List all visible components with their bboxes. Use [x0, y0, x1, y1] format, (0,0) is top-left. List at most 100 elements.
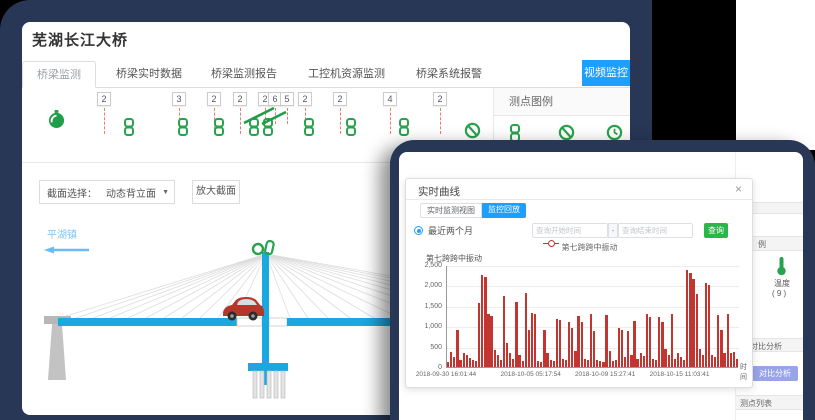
chart-bar [450, 352, 452, 368]
chart-bar [463, 353, 465, 367]
zoom-section-button[interactable]: 放大截面 [192, 180, 240, 204]
section-select-label: 截面选择： [40, 185, 101, 200]
chart-bar [500, 360, 502, 367]
legend-marker-icon [543, 243, 559, 248]
sensor-dashed-line [340, 108, 341, 134]
y-tick-label: 2,500 [406, 262, 442, 269]
chart-bar [581, 322, 583, 367]
chain-link-icon [398, 118, 410, 136]
sensor-count-badge[interactable]: 2 [333, 92, 347, 106]
chart-bar [599, 361, 601, 367]
chart-bar [565, 360, 567, 367]
sensor-count-badge[interactable]: 2 [433, 92, 447, 106]
crane-lines-icon [240, 104, 292, 126]
chart-bar [627, 331, 629, 367]
chart-bar [481, 275, 483, 367]
chart-bar [643, 356, 645, 367]
chart-bar [525, 293, 527, 367]
chart-bar [587, 360, 589, 367]
tab-ipc-resource[interactable]: 工控机资源监测 [294, 61, 399, 88]
chart-bar [689, 273, 691, 367]
chart-bar [633, 321, 635, 367]
query-start-time-input[interactable] [532, 223, 608, 238]
sensor-count-badge[interactable]: 4 [383, 92, 397, 106]
chart-bar [615, 360, 617, 367]
no-entry-icon [558, 124, 575, 141]
y-tick-label: 0 [406, 364, 442, 371]
recent-two-months-radio[interactable] [414, 226, 423, 235]
chart-bar [522, 361, 524, 367]
tab-bridge-monitor[interactable]: 桥梁监测 [22, 61, 96, 88]
chart-bar [708, 285, 710, 367]
sensor-dashed-line [440, 108, 441, 134]
main-tabbar: 桥梁监测 桥梁实时数据 桥梁监测报告 工控机资源监测 桥梁系统报警 视频监控 [22, 58, 630, 88]
chart-bar [609, 351, 611, 367]
tab-realtime-data[interactable]: 桥梁实时数据 [102, 61, 196, 88]
chart-bar [577, 316, 579, 367]
chart-bar [677, 353, 679, 367]
chart-bar [490, 316, 492, 367]
section-select-group: 截面选择： 动态背立面 ▼ [39, 180, 175, 204]
chart-bar [472, 360, 474, 367]
front-window: 例 温度 ( 9 ) 对比分析 对比分析 测点列表 实时曲线 [399, 152, 803, 420]
chart-bar [518, 355, 520, 367]
gridline [447, 286, 739, 287]
thermometer-icon [776, 256, 787, 276]
chart-bar [696, 294, 698, 367]
chart-bar [680, 357, 682, 367]
close-icon[interactable]: × [735, 182, 742, 196]
sensor-count-badge[interactable]: 2 [97, 92, 111, 106]
stopwatch-icon [48, 110, 65, 129]
chart-bar [596, 360, 598, 367]
chain-link-icon [213, 118, 225, 136]
chart-bar [528, 330, 530, 367]
chart-bar [618, 328, 620, 367]
bridge-deck-left [58, 318, 237, 326]
sidebar-legend-label: 例 [758, 239, 766, 250]
section-select[interactable]: 动态背立面 ▼ [101, 185, 174, 200]
chart-legend[interactable]: 第七跨跨中振动 [406, 242, 754, 253]
chart-bar [584, 359, 586, 367]
chart-bar [466, 355, 468, 367]
chart-bar [736, 359, 738, 367]
chart-bar [574, 351, 576, 367]
legend-panel-title: 测点图例 [494, 88, 630, 116]
chart-bar [475, 361, 477, 367]
compare-header: 对比分析 [750, 341, 782, 352]
chart-bar [668, 355, 670, 367]
sensor-dashed-line [390, 108, 391, 134]
realtime-curve-modal: 实时曲线 × 实时监测视图 监控回放 最近两个月 - 查询 第七跨跨中振动 第七… [405, 178, 753, 388]
legend-label: 第七跨跨中振动 [562, 243, 618, 252]
query-button[interactable]: 查询 [704, 223, 728, 238]
video-monitor-button[interactable]: 视频监控 [582, 60, 630, 86]
x-tick-label: 2018-10-15 11:03:41 [640, 371, 720, 378]
sensor-count-badge[interactable]: 2 [207, 92, 221, 106]
section-select-value: 动态背立面 [106, 185, 156, 200]
tab-system-alarm[interactable]: 桥梁系统报警 [402, 61, 496, 88]
chart-bar [540, 362, 542, 367]
point-list-strip: 测点列表 [736, 395, 803, 410]
chart-bar [636, 359, 638, 367]
sensor-count-badge[interactable]: 3 [172, 92, 186, 106]
chart-bar [646, 314, 648, 367]
car-icon [223, 297, 264, 321]
chart-bar [640, 353, 642, 367]
query-end-time-input[interactable] [618, 223, 693, 238]
chart-bar [652, 359, 654, 367]
chart-plot-area [446, 266, 738, 368]
chart-bar [658, 317, 660, 367]
modal-header: 实时曲线 × [406, 179, 752, 200]
chart-bar [478, 303, 480, 367]
x-axis-title: 时间 [740, 362, 752, 382]
chart-bar [664, 349, 666, 367]
sensor-count-badge[interactable]: 2 [298, 92, 312, 106]
compare-analysis-button[interactable]: 对比分析 [752, 366, 798, 381]
tab-monitor-playback[interactable]: 监控回放 [482, 203, 526, 218]
temperature-label: 温度 [774, 278, 790, 289]
chart-bar [605, 315, 607, 367]
no-entry-icon [464, 122, 481, 139]
tab-realtime-view[interactable]: 实时监测视图 [420, 203, 482, 218]
chart-bar [720, 330, 722, 367]
chart-bar [537, 361, 539, 367]
tab-monitor-report[interactable]: 桥梁监测报告 [197, 61, 291, 88]
